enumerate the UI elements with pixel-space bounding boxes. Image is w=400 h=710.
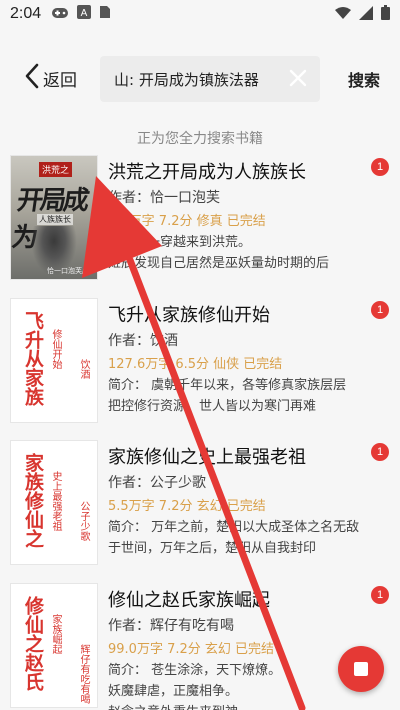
wifi-icon: [335, 6, 351, 24]
source-count-badge: 1: [371, 301, 389, 319]
book-author: 作者：公子少歌: [108, 475, 206, 491]
book-intro: 简介： 苍生涂涂，天下燎燎。 妖魔肆虐，正魔相争。 赵念之意外重生来到神: [108, 660, 370, 710]
sim-card-icon: [99, 5, 111, 23]
book-title: 洪荒之开局成为人族族长: [108, 162, 306, 183]
status-time: 2:04: [10, 5, 42, 22]
book-intro: 简介： 虞朝千年以来，各等修真家族层层 把控修行资源，世人皆以为寒门再难: [108, 375, 370, 417]
intro-line: 姬辰发现自己居然是巫妖量劫时期的后: [108, 256, 330, 271]
cover-subtitle: 修仙开始: [50, 329, 61, 369]
list-item[interactable]: 家族修仙之 史上最强老祖 公子少歌 家族修仙之史上最强老祖 作者：公子少歌 5.…: [0, 435, 400, 575]
book-cover: 洪荒之 开局成为 人族族长 恰一口泡芙/著: [10, 155, 98, 280]
cover-title: 修仙之赵氏: [22, 596, 44, 691]
battery-icon: [381, 5, 390, 24]
search-input-value: 山: 开局成为镇族法器: [114, 70, 259, 89]
cover-subtitle: 人族族长: [37, 214, 73, 225]
book-title: 飞升从家族修仙开始: [108, 305, 270, 326]
source-count-badge: 1: [371, 443, 389, 461]
back-button[interactable]: 返回: [25, 63, 77, 93]
a-icon: A: [77, 5, 92, 23]
book-intro: 简介：一穿越来到洪荒。 姬辰发现自己居然是巫妖量劫时期的后: [108, 232, 370, 274]
book-intro: 简介： 万年之前，楚阳以大成圣体之名无敌 于世间，万年之后，楚阳从自我封印: [108, 517, 370, 559]
intro-line: 赵念之意外重生来到神: [108, 702, 370, 710]
list-item[interactable]: 修仙之赵氏 家族崛起 辉仔有吃有喝 修仙之赵氏家族崛起 作者：辉仔有吃有喝 99…: [0, 578, 400, 710]
gamepad-icon: [51, 5, 69, 23]
book-author: 作者：饮酒: [108, 333, 178, 349]
book-author: 作者：恰一口泡芙: [108, 190, 220, 206]
back-label: 返回: [43, 70, 77, 91]
book-meta: 127.6万字 6.5分 仙侠 已完结: [108, 357, 283, 372]
search-header: 返回 山: 开局成为镇族法器 搜索: [0, 48, 400, 108]
book-title: 家族修仙之史上最强老祖: [108, 447, 306, 468]
cover-top-text: 洪荒之: [39, 162, 73, 177]
svg-text:A: A: [81, 8, 88, 19]
cover-subtitle: 家族崛起: [50, 614, 61, 654]
book-title: 修仙之赵氏家族崛起: [108, 590, 270, 611]
stop-icon: [354, 662, 368, 676]
cover-author: 公子少歌: [78, 501, 89, 541]
cover-author: 恰一口泡芙/著: [47, 267, 92, 275]
book-meta: 3.3万字 7.2分 修真 已完结: [108, 214, 266, 229]
book-cover: 修仙之赵氏 家族崛起 辉仔有吃有喝: [10, 583, 98, 708]
cover-subtitle: 史上最强老祖: [50, 471, 61, 531]
intro-line: 简介： 苍生涂涂，天下燎燎。: [108, 663, 282, 678]
search-button[interactable]: 搜索: [348, 67, 380, 91]
intro-line: 简介： 虞朝千年以来，各等修真家族层层: [108, 378, 347, 393]
book-author: 作者：辉仔有吃有喝: [108, 618, 234, 634]
source-count-badge: 1: [371, 586, 389, 604]
intro-line: 简介： 万年之前，楚阳以大成圣体之名无敌: [108, 520, 360, 535]
cover-author: 饮酒: [78, 359, 89, 379]
stop-search-button[interactable]: [338, 646, 384, 692]
intro-line: 妖魔肆虐，正魔相争。: [108, 684, 239, 699]
book-meta: 5.5万字 7.2分 玄幻 已完结: [108, 499, 266, 514]
close-icon: [288, 69, 308, 92]
chevron-left-icon: [25, 63, 39, 93]
signal-icon: [359, 5, 373, 24]
book-cover: 家族修仙之 史上最强老祖 公子少歌: [10, 440, 98, 565]
status-bar: 2:04 A: [0, 0, 400, 28]
intro-line: 把控修行资源，世人皆以为寒门再难: [108, 399, 317, 414]
search-input[interactable]: 山: 开局成为镇族法器: [100, 56, 320, 102]
list-item[interactable]: 洪荒之 开局成为 人族族长 恰一口泡芙/著 洪荒之开局成为人族族长 作者：恰一口…: [0, 150, 400, 290]
cover-author: 辉仔有吃有喝: [78, 644, 89, 704]
cover-title: 飞升从家族: [22, 311, 44, 406]
book-meta: 99.0万字 7.2分 玄幻 已完结: [108, 642, 275, 657]
cover-title: 家族修仙之: [22, 453, 44, 548]
list-item[interactable]: 飞升从家族 修仙开始 饮酒 飞升从家族修仙开始 作者：饮酒 127.6万字 6.…: [0, 293, 400, 433]
book-cover: 飞升从家族 修仙开始 饮酒: [10, 298, 98, 423]
intro-line: 简介：一穿越来到洪荒。: [108, 235, 252, 250]
clear-search-button[interactable]: [288, 68, 308, 92]
searching-tip: 正为您全力搜索书籍: [137, 131, 263, 147]
source-count-badge: 1: [371, 158, 389, 176]
intro-line: 于世间，万年之后，楚阳从自我封印: [108, 541, 317, 556]
